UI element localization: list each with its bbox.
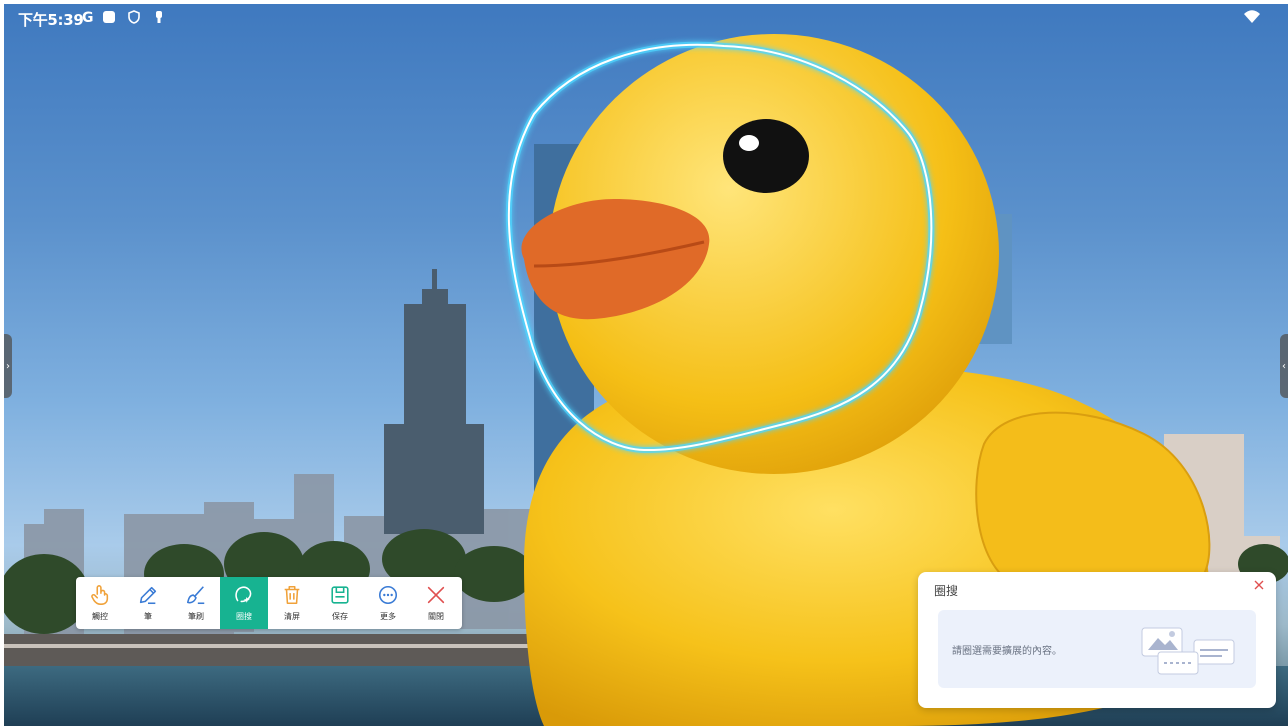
close-icon	[1254, 580, 1264, 590]
tool-label: 更多	[380, 612, 396, 621]
tool-pen[interactable]: 筆	[124, 577, 172, 629]
tool-label: 筆刷	[188, 612, 204, 621]
left-edge-handle[interactable]: ›	[4, 334, 12, 398]
annotation-toolbar: 觸控 筆 筆刷 圈搜 清屏 保存 更多 關閉	[76, 577, 462, 629]
tool-label: 關閉	[428, 612, 444, 621]
tool-brush[interactable]: 筆刷	[172, 577, 220, 629]
google-g-icon: G	[82, 10, 94, 26]
more-icon	[376, 583, 400, 607]
pen-icon	[136, 583, 160, 607]
tool-label: 保存	[332, 612, 348, 621]
panel-title: 圈搜	[934, 584, 959, 598]
save-icon	[328, 583, 352, 607]
tool-close[interactable]: 關閉	[412, 577, 460, 629]
panel-content-area[interactable]: 請圈選需要擴展的內容。	[938, 610, 1256, 688]
image-text-illustration-icon	[1141, 627, 1235, 675]
tool-label: 清屏	[284, 612, 300, 621]
square-app-icon	[102, 10, 116, 28]
tool-touch[interactable]: 觸控	[76, 577, 124, 629]
circle-search-panel: 圈搜 請圈選需要擴展的內容。	[918, 572, 1276, 708]
status-time: 下午5:39	[18, 11, 84, 29]
brush-icon	[184, 583, 208, 607]
tool-save[interactable]: 保存	[316, 577, 364, 629]
screen: 下午5:39 G › ‹ 觸控 筆 筆刷 圈搜 清屏 保存 更多 關閉 圈搜 請…	[4, 4, 1288, 726]
right-edge-handle[interactable]: ‹	[1280, 334, 1288, 398]
key-icon	[154, 10, 164, 28]
close-icon	[424, 583, 448, 607]
tool-label: 圈搜	[236, 612, 252, 621]
shield-icon	[127, 10, 141, 28]
hand-pointer-icon	[88, 583, 112, 607]
tool-more[interactable]: 更多	[364, 577, 412, 629]
panel-close-button[interactable]	[1250, 577, 1268, 595]
tool-circle-search[interactable]: 圈搜	[220, 577, 268, 629]
trash-icon	[280, 583, 304, 607]
circle-search-icon	[232, 583, 256, 607]
tool-clear[interactable]: 清屏	[268, 577, 316, 629]
tool-label: 觸控	[92, 612, 108, 621]
panel-hint-text: 請圈選需要擴展的內容。	[952, 646, 1062, 657]
status-bar: 下午5:39 G	[4, 4, 1288, 32]
wifi-icon	[1244, 9, 1260, 28]
tool-label: 筆	[144, 612, 152, 621]
